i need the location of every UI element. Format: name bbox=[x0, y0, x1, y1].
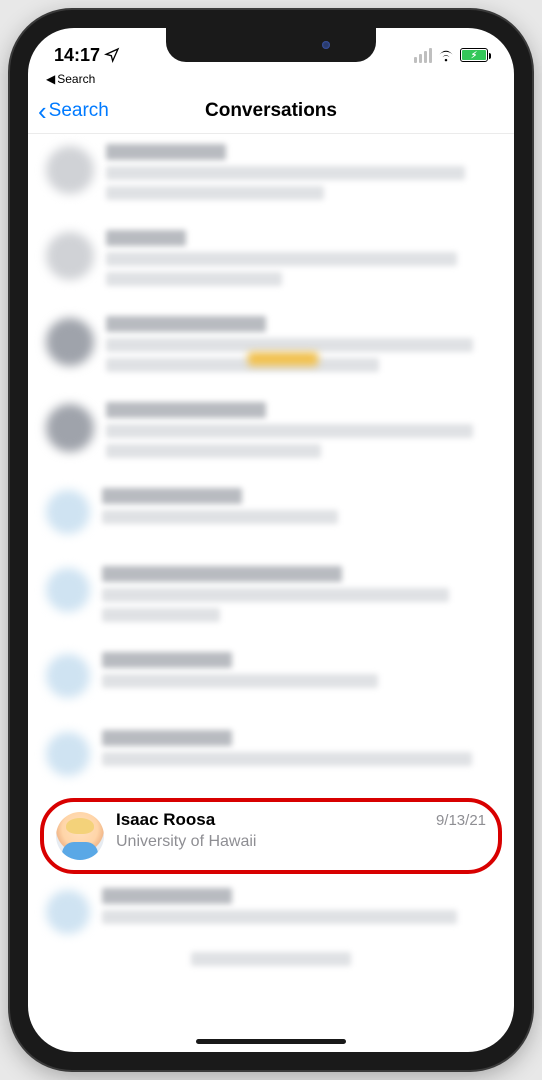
redacted-footer bbox=[191, 952, 351, 966]
avatar bbox=[46, 232, 94, 280]
redacted-preview bbox=[102, 910, 457, 924]
conversation-preview: University of Hawaii bbox=[116, 832, 486, 853]
redacted-preview bbox=[102, 510, 338, 524]
nav-header: ‹ Search Conversations bbox=[28, 88, 514, 134]
redacted-preview bbox=[102, 674, 378, 688]
redacted-name bbox=[106, 144, 226, 160]
redacted-preview bbox=[106, 444, 321, 458]
status-time: 14:17 bbox=[54, 45, 100, 66]
redacted-name bbox=[106, 316, 266, 332]
avatar-memoji bbox=[56, 812, 104, 860]
redacted-preview bbox=[106, 338, 473, 352]
conversation-row-highlighted[interactable]: Isaac Roosa 9/13/21 University of Hawaii bbox=[40, 798, 502, 874]
status-left: 14:17 bbox=[54, 45, 120, 66]
redacted-preview bbox=[106, 166, 465, 180]
avatar bbox=[46, 654, 90, 698]
avatar bbox=[46, 890, 90, 934]
conversation-row[interactable] bbox=[28, 874, 514, 952]
location-icon bbox=[104, 47, 120, 63]
avatar bbox=[46, 490, 90, 534]
redacted-preview bbox=[106, 424, 473, 438]
wifi-icon bbox=[437, 48, 455, 62]
conversation-row[interactable] bbox=[28, 220, 514, 306]
redacted-preview bbox=[106, 358, 379, 372]
conversation-date: 9/13/21 bbox=[436, 812, 486, 829]
breadcrumb-arrow-icon: ◀ bbox=[46, 72, 55, 86]
conversation-row[interactable] bbox=[28, 134, 514, 220]
breadcrumb-back[interactable]: ◀ Search bbox=[28, 72, 514, 88]
status-right: ⚡︎ bbox=[414, 48, 488, 63]
conversation-row[interactable] bbox=[28, 306, 514, 392]
conversation-row[interactable] bbox=[28, 642, 514, 720]
avatar bbox=[46, 568, 90, 612]
nav-back-button[interactable]: ‹ Search bbox=[38, 88, 109, 133]
redacted-name bbox=[102, 488, 242, 504]
conversation-list[interactable]: Isaac Roosa 9/13/21 University of Hawaii bbox=[28, 134, 514, 982]
redacted-preview bbox=[102, 588, 449, 602]
cellular-icon bbox=[414, 48, 432, 63]
avatar bbox=[46, 146, 94, 194]
phone-frame: 14:17 ⚡︎ ◀ Search ‹ Search bbox=[10, 10, 532, 1070]
home-indicator[interactable] bbox=[196, 1039, 346, 1044]
redacted-preview bbox=[106, 272, 282, 286]
avatar bbox=[46, 732, 90, 776]
avatar bbox=[46, 318, 94, 366]
page-title: Conversations bbox=[205, 100, 337, 122]
redacted-name bbox=[102, 888, 232, 904]
redacted-name bbox=[102, 652, 232, 668]
nav-back-label: Search bbox=[49, 100, 109, 122]
charging-icon: ⚡︎ bbox=[471, 51, 477, 60]
battery-icon: ⚡︎ bbox=[460, 48, 488, 62]
conversation-name: Isaac Roosa bbox=[116, 810, 215, 830]
redacted-name bbox=[102, 730, 232, 746]
chevron-left-icon: ‹ bbox=[38, 98, 47, 124]
avatar bbox=[46, 404, 94, 452]
redacted-name bbox=[102, 566, 342, 582]
conversation-row[interactable] bbox=[28, 478, 514, 556]
notch bbox=[166, 28, 376, 62]
redacted-preview bbox=[102, 608, 220, 622]
screen: 14:17 ⚡︎ ◀ Search ‹ Search bbox=[28, 28, 514, 1052]
conversation-row[interactable] bbox=[28, 392, 514, 478]
redacted-preview bbox=[106, 252, 457, 266]
conversation-row[interactable] bbox=[28, 556, 514, 642]
conversation-row[interactable] bbox=[28, 720, 514, 798]
redacted-name bbox=[106, 402, 266, 418]
redacted-name bbox=[106, 230, 186, 246]
breadcrumb-label: Search bbox=[57, 72, 95, 86]
redacted-preview bbox=[106, 186, 324, 200]
redacted-preview bbox=[102, 752, 472, 766]
redacted-highlight bbox=[248, 352, 318, 366]
